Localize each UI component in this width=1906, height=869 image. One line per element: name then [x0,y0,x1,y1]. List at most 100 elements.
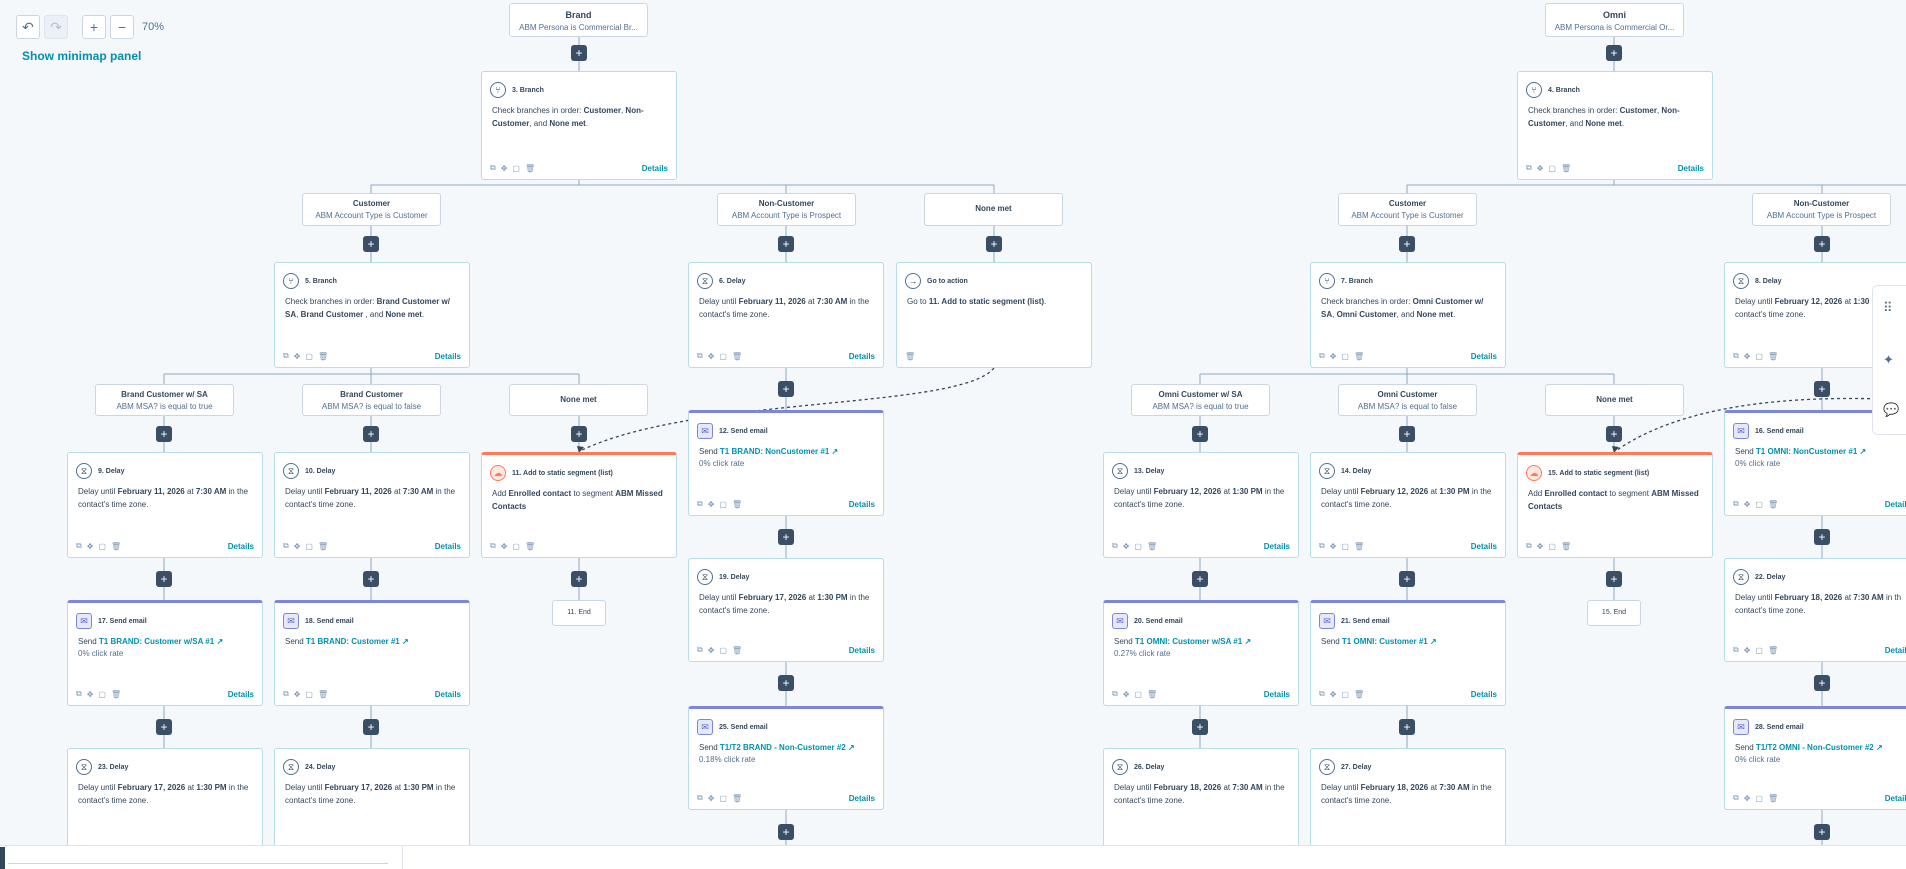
details-link[interactable]: Details [435,542,461,551]
move-icon[interactable]: ✥ [1330,352,1337,361]
add-step-button[interactable]: + [1192,719,1208,735]
move-icon[interactable]: ✥ [1537,164,1544,173]
add-step-button[interactable]: + [363,571,379,587]
trash-icon[interactable]: 🗑 [1354,352,1364,361]
add-step-button[interactable]: + [1606,426,1622,442]
clone-icon[interactable]: ▢ [98,690,106,699]
move-icon[interactable]: ✥ [1537,542,1544,551]
email-link[interactable]: T1 OMNI: NonCustomer #1 [1756,447,1857,456]
move-icon[interactable]: ✥ [1744,500,1751,509]
action-card-19-delay[interactable]: ⧖ 19. Delay Delay until February 17, 2026… [688,558,884,662]
trash-icon[interactable]: 🗑 [318,352,328,361]
action-card-10-delay[interactable]: ⧖ 10. Delay Delay until February 11, 2026… [274,452,470,558]
clone-icon[interactable]: ▢ [1755,646,1763,655]
add-step-button[interactable]: + [363,426,379,442]
move-icon[interactable]: ✥ [294,352,301,361]
add-step-button[interactable]: + [156,719,172,735]
action-card-11-static-segment[interactable]: ☁ 11. Add to static segment (list) Add En… [481,452,677,558]
move-icon[interactable]: ✥ [1744,646,1751,655]
trash-icon[interactable]: 🗑 [525,164,535,173]
action-card-25-send-email[interactable]: ✉ 25. Send email Send T1/T2 BRAND - Non-C… [688,706,884,810]
add-step-button[interactable]: + [778,675,794,691]
copy-icon[interactable]: ⧉ [1733,793,1739,803]
grip-icon[interactable]: ⠿ [1883,300,1893,316]
clone-icon[interactable]: ▢ [512,164,520,173]
add-step-button[interactable]: + [156,426,172,442]
trigger-brand[interactable]: Brand ABM Persona is Commercial Br... [509,3,648,37]
details-link[interactable]: Details [1471,690,1497,699]
branch-label-none-met-3[interactable]: None met [1545,384,1684,416]
copy-icon[interactable]: ⧉ [1526,541,1532,551]
move-icon[interactable]: ✥ [87,690,94,699]
add-step-button[interactable]: + [156,571,172,587]
email-link[interactable]: T1 OMNI: Customer w/SA #1 [1135,637,1242,646]
clone-icon[interactable]: ▢ [1548,164,1556,173]
copy-icon[interactable]: ⧉ [76,689,82,699]
details-link[interactable]: Details [849,352,875,361]
workflow-canvas[interactable]: ↶ ↷ + − 70% Show minimap panel Brand ABM… [0,0,1906,845]
branch-label-brand-customer[interactable]: Brand Customer ABM MSA? is equal to false [302,384,441,416]
trash-icon[interactable]: 🗑 [905,352,915,361]
clone-icon[interactable]: ▢ [512,542,520,551]
trash-icon[interactable]: 🗑 [318,690,328,699]
details-link[interactable]: Details [1885,646,1906,655]
trash-icon[interactable]: 🗑 [1147,542,1157,551]
details-link[interactable]: Details [228,542,254,551]
trash-icon[interactable]: 🗑 [1147,690,1157,699]
action-card-14-delay[interactable]: ⧖ 14. Delay Delay until February 12, 2026… [1310,452,1506,558]
action-card-4-branch[interactable]: ⑂ 4. Branch Check branches in order: Cust… [1517,71,1713,180]
email-link[interactable]: T1 OMNI: Customer #1 [1342,637,1428,646]
copy-icon[interactable]: ⧉ [1112,689,1118,699]
add-step-button[interactable]: + [363,719,379,735]
clone-icon[interactable]: ▢ [1341,352,1349,361]
action-card-7-branch[interactable]: ⑂ 7. Branch Check branches in order: Omni… [1310,262,1506,368]
trash-icon[interactable]: 🗑 [111,690,121,699]
clone-icon[interactable]: ▢ [719,500,727,509]
email-link[interactable]: T1/T2 OMNI - Non-Customer #2 [1756,743,1874,752]
copy-icon[interactable]: ⧉ [1319,541,1325,551]
copy-icon[interactable]: ⧉ [697,351,703,361]
move-icon[interactable]: ✥ [708,352,715,361]
clone-icon[interactable]: ▢ [719,352,727,361]
branch-label-omni-customer-2[interactable]: Omni Customer ABM MSA? is equal to false [1338,384,1477,416]
trash-icon[interactable]: 🗑 [1561,164,1571,173]
move-icon[interactable]: ✥ [1123,542,1130,551]
chat-icon[interactable]: 💬 [1883,402,1899,418]
details-link[interactable]: Details [849,794,875,803]
copy-icon[interactable]: ⧉ [490,541,496,551]
copy-icon[interactable]: ⧉ [1319,689,1325,699]
trash-icon[interactable]: 🗑 [732,794,742,803]
details-link[interactable]: Details [642,164,668,173]
action-card-26-delay[interactable]: ⧖ 26. Delay Delay until February 18, 2026… [1103,748,1299,845]
copy-icon[interactable]: ⧉ [1526,163,1532,173]
details-link[interactable]: Details [1678,164,1704,173]
add-step-button[interactable]: + [1399,426,1415,442]
trash-icon[interactable]: 🗑 [1768,500,1778,509]
branch-label-non-customer[interactable]: Non-Customer ABM Account Type is Prospect [717,193,856,226]
clone-icon[interactable]: ▢ [1341,690,1349,699]
move-icon[interactable]: ✥ [1123,690,1130,699]
copy-icon[interactable]: ⧉ [1733,499,1739,509]
move-icon[interactable]: ✥ [708,794,715,803]
details-link[interactable]: Details [1885,500,1906,509]
trash-icon[interactable]: 🗑 [732,352,742,361]
copy-icon[interactable]: ⧉ [1112,541,1118,551]
clone-icon[interactable]: ▢ [1341,542,1349,551]
zoom-out-button[interactable]: − [110,15,134,39]
action-card-13-delay[interactable]: ⧖ 13. Delay Delay until February 12, 2026… [1103,452,1299,558]
details-link[interactable]: Details [1264,690,1290,699]
action-card-5-branch[interactable]: ⑂ 5. Branch Check branches in order: Bran… [274,262,470,368]
move-icon[interactable]: ✥ [294,690,301,699]
email-link[interactable]: T1 BRAND: Customer w/SA #1 [99,637,214,646]
clone-icon[interactable]: ▢ [1755,352,1763,361]
copy-icon[interactable]: ⧉ [1733,645,1739,655]
details-link[interactable]: Details [1471,352,1497,361]
action-card-17-send-email[interactable]: ✉ 17. Send email Send T1 BRAND: Customer … [67,600,263,706]
details-link[interactable]: Details [435,352,461,361]
trash-icon[interactable]: 🗑 [1561,542,1571,551]
details-link[interactable]: Details [849,500,875,509]
move-icon[interactable]: ✥ [1330,690,1337,699]
email-link[interactable]: T1 BRAND: Customer #1 [306,637,400,646]
action-card-18-send-email[interactable]: ✉ 18. Send email Send T1 BRAND: Customer … [274,600,470,706]
add-step-button[interactable]: + [1399,236,1415,252]
